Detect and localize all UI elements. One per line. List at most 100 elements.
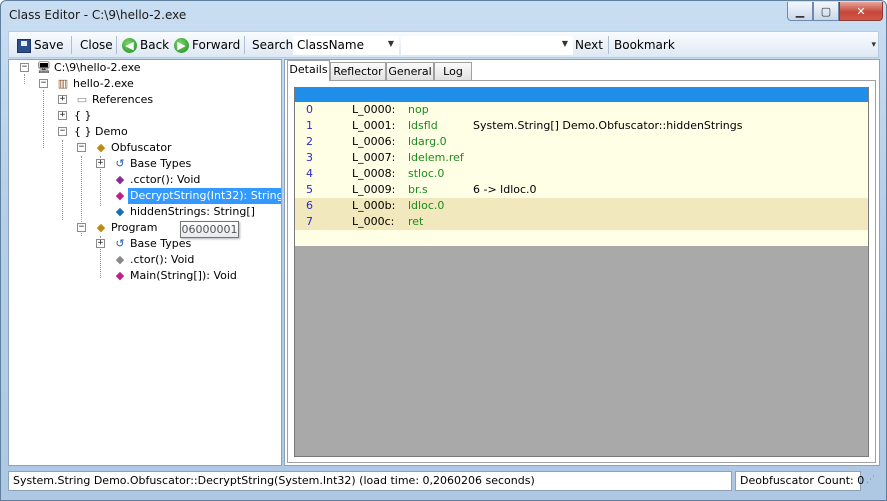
window-title: Class Editor - C:\9\hello-2.exe	[9, 8, 187, 22]
il-row[interactable]: 1 L_0001: ldsfld System.String[] Demo.Ob…	[295, 118, 868, 134]
close-window-button[interactable]: ✕	[839, 2, 883, 21]
minimize-button[interactable]: ▁	[787, 2, 813, 21]
il-index: 2	[306, 135, 313, 148]
tree-node-obfuscator[interactable]: − ◆ Obfuscator	[74, 140, 274, 156]
tree-node-hidden-strings[interactable]: ◆ hiddenStrings: String[]	[93, 204, 281, 220]
tree-node-program[interactable]: − ◆ Program	[74, 220, 274, 236]
tab-log[interactable]: Log	[434, 62, 472, 80]
search-type-value: ClassName	[297, 38, 364, 52]
forward-button[interactable]: ▶ Forward	[174, 37, 240, 53]
search-label: Search	[252, 38, 294, 52]
il-opcode: ret	[408, 215, 424, 228]
tree-node-empty-namespace[interactable]: + { }	[55, 108, 275, 124]
expand-icon[interactable]: +	[96, 159, 105, 168]
base-types-icon: ↺	[115, 237, 125, 250]
tree-node-prog-base-types[interactable]: + ↺ Base Types	[93, 236, 281, 252]
collapse-icon[interactable]: −	[77, 223, 86, 232]
tree-node-assembly[interactable]: − ▥ hello-2.exe	[36, 76, 276, 92]
il-index: 5	[306, 183, 313, 196]
il-row[interactable]: 2 L_0006: ldarg.0	[295, 134, 868, 150]
il-index: 4	[306, 167, 313, 180]
il-offset: L_000c:	[352, 215, 395, 228]
il-index: 7	[306, 215, 313, 228]
collapse-icon[interactable]: −	[39, 79, 48, 88]
il-index: 0	[306, 103, 313, 116]
maximize-button[interactable]: ▢	[813, 2, 839, 21]
il-rows-area: 0 L_0000: nop 1 L_0001: ldsfld System.St…	[295, 102, 868, 246]
bookmark-button[interactable]: Bookmark	[614, 37, 675, 53]
il-row-highlighted[interactable]: 6 L_000b: ldloc.0	[295, 198, 868, 214]
tree-node-decrypt-string[interactable]: ◆ DecryptString(Int32): String	[93, 188, 281, 204]
tree-node-label: References	[92, 93, 154, 106]
close-button[interactable]: Close	[80, 37, 113, 53]
il-row[interactable]: 4 L_0008: stloc.0	[295, 166, 868, 182]
il-opcode: nop	[408, 103, 429, 116]
search-type-select[interactable]: ClassName ▼	[293, 36, 399, 55]
class-editor-window: Class Editor - C:\9\hello-2.exe ▁ ▢ ✕ Sa…	[0, 0, 887, 501]
tree-node-obf-base-types[interactable]: + ↺ Base Types	[93, 156, 281, 172]
back-button[interactable]: ◀ Back	[122, 37, 169, 53]
resize-grip-icon[interactable]: ⋰	[866, 476, 878, 489]
il-offset: L_0007:	[352, 151, 396, 164]
computer-icon: 🖥	[37, 61, 51, 74]
tree-node-root[interactable]: − 🖥 C:\9\hello-2.exe	[17, 60, 277, 76]
back-label: Back	[140, 38, 170, 52]
references-folder-icon: ▭	[76, 93, 88, 106]
next-label: Next	[575, 38, 603, 52]
tab-details[interactable]: Details	[287, 60, 330, 81]
method-icon: ◆	[115, 173, 125, 186]
tab-general[interactable]: General	[386, 62, 434, 80]
collapse-icon[interactable]: −	[77, 143, 86, 152]
assembly-icon: ▥	[57, 77, 69, 90]
search-text-input[interactable]: ▼	[401, 36, 573, 55]
tree-node-label: Program	[111, 221, 158, 234]
toolbar-separator	[244, 36, 245, 54]
il-instruction-grid[interactable]: 0 L_0000: nop 1 L_0001: ldsfld System.St…	[294, 87, 869, 457]
back-arrow-icon: ◀	[122, 38, 137, 53]
collapse-icon[interactable]: −	[58, 127, 67, 136]
maximize-icon: ▢	[820, 4, 832, 18]
il-row[interactable]: 5 L_0009: br.s 6 -> ldloc.0	[295, 182, 868, 198]
expand-icon[interactable]: +	[58, 95, 67, 104]
status-bar: System.String Demo.Obfuscator::DecryptSt…	[8, 471, 879, 491]
class-tree[interactable]: − 🖥 C:\9\hello-2.exe − ▥ hello-2.exe + ▭…	[8, 59, 282, 466]
minimize-icon: ▁	[795, 4, 805, 18]
method-icon: ◆	[115, 269, 125, 282]
tab-reflector[interactable]: Reflector	[330, 62, 386, 80]
save-button[interactable]: Save	[17, 37, 63, 53]
save-label: Save	[34, 38, 64, 52]
namespace-label: { } Demo	[74, 125, 128, 138]
tree-node-label: .cctor(): Void	[130, 173, 201, 186]
il-offset: L_000b:	[352, 199, 396, 212]
chevron-down-icon: ▼	[387, 39, 394, 48]
deobfuscator-count: Deobfuscator Count: 0	[735, 471, 864, 491]
expand-icon[interactable]: +	[58, 111, 67, 120]
token-tooltip: 06000001	[180, 221, 239, 238]
expand-icon[interactable]: +	[96, 239, 105, 248]
class-icon: ◆	[96, 221, 106, 234]
toolbar-overflow-icon[interactable]: ▾	[871, 40, 876, 50]
details-pane: Details Reflector General Log 0 L_0000: …	[284, 59, 880, 466]
tree-node-label: Base Types	[130, 237, 192, 250]
il-opcode: ldsfld	[408, 119, 438, 132]
tree-node-obf-cctor[interactable]: ◆ .cctor(): Void	[93, 172, 281, 188]
next-button[interactable]: Next	[575, 37, 603, 53]
il-row[interactable]: 3 L_0007: ldelem.ref	[295, 150, 868, 166]
tree-node-references[interactable]: + ▭ References	[55, 92, 275, 108]
tree-node-label: .ctor(): Void	[130, 253, 195, 266]
collapse-icon[interactable]: −	[20, 63, 29, 72]
tab-label: Reflector	[333, 65, 383, 78]
method-icon: ◆	[115, 189, 125, 202]
forward-arrow-icon: ▶	[174, 38, 189, 53]
tree-node-demo[interactable]: − { } Demo	[55, 124, 275, 140]
tree-node-prog-ctor[interactable]: ◆ .ctor(): Void	[93, 252, 281, 268]
tree-node-main[interactable]: ◆ Main(String[]): Void	[93, 268, 281, 284]
il-row[interactable]: 0 L_0000: nop	[295, 102, 868, 118]
il-offset: L_0009:	[352, 183, 396, 196]
il-row-highlighted[interactable]: 7 L_000c: ret	[295, 214, 868, 230]
il-opcode: ldarg.0	[408, 135, 447, 148]
tab-label: Log	[443, 65, 463, 78]
il-opcode: br.s	[408, 183, 428, 196]
title-bar[interactable]: Class Editor - C:\9\hello-2.exe ▁ ▢ ✕	[1, 1, 886, 30]
status-message: System.String Demo.Obfuscator::DecryptSt…	[8, 471, 732, 491]
